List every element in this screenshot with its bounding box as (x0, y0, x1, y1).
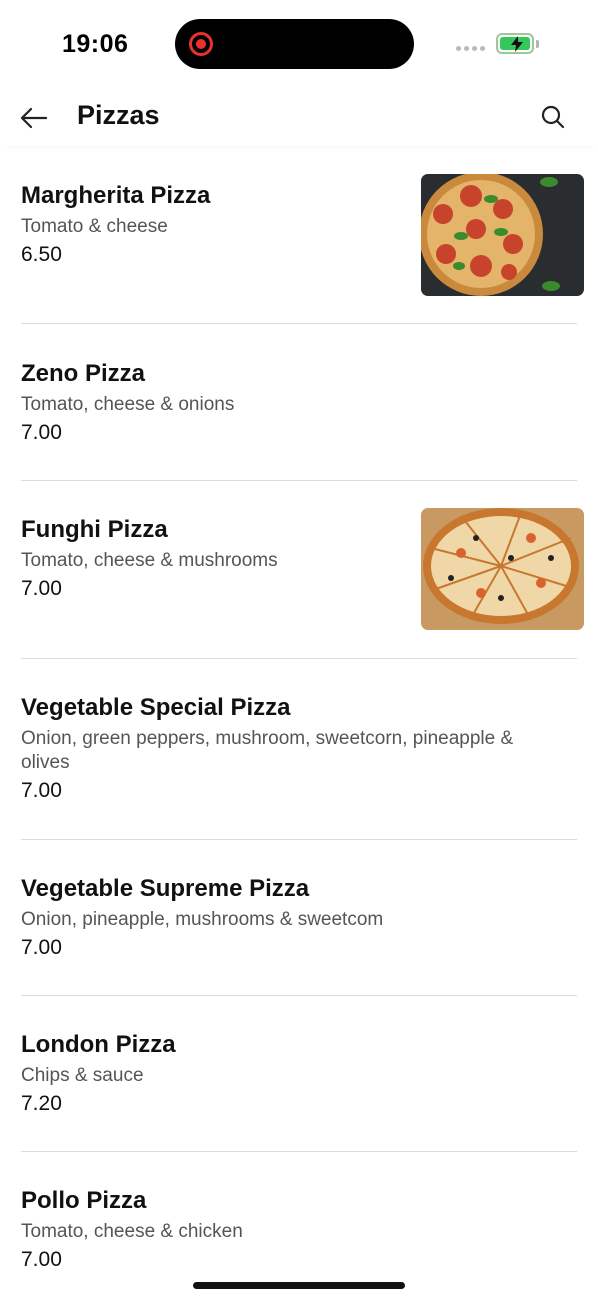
item-text: London Pizza Chips & sauce 7.20 (21, 1030, 561, 1118)
item-text: Pollo Pizza Tomato, cheese & chicken 7.0… (21, 1186, 561, 1274)
item-name: Margherita Pizza (21, 182, 211, 209)
item-price: 7.00 (21, 1248, 62, 1271)
item-text: Vegetable Supreme Pizza Onion, pineapple… (21, 874, 561, 962)
status-time: 19:06 (62, 30, 129, 58)
back-button[interactable] (18, 102, 50, 134)
list-item[interactable]: Pollo Pizza Tomato, cheese & chicken 7.0… (0, 1152, 598, 1292)
search-button[interactable] (538, 102, 568, 132)
item-name: London Pizza (21, 1031, 176, 1058)
item-name: Vegetable Supreme Pizza (21, 875, 310, 902)
item-description: Tomato, cheese & chicken (21, 1221, 243, 1242)
item-name: Funghi Pizza (21, 516, 168, 543)
list-item[interactable]: Vegetable Special Pizza Onion, green pep… (0, 659, 598, 839)
battery-cap (536, 40, 539, 48)
home-indicator[interactable] (193, 1282, 405, 1289)
item-price: 7.00 (21, 421, 62, 444)
list-item[interactable]: Zeno Pizza Tomato, cheese & onions 7.00 (0, 325, 598, 481)
item-text: Funghi Pizza Tomato, cheese & mushrooms … (21, 515, 401, 603)
item-price: 7.00 (21, 779, 62, 802)
list-item[interactable]: Margherita Pizza Tomato & cheese 6.50 (0, 150, 598, 325)
item-text: Vegetable Special Pizza Onion, green pep… (21, 693, 561, 805)
signal-icon (456, 46, 485, 51)
item-name: Vegetable Special Pizza (21, 694, 291, 721)
item-description: Chips & sauce (21, 1065, 144, 1086)
item-description: Onion, pineapple, mushrooms & sweetcom (21, 909, 384, 930)
list-item[interactable]: Vegetable Supreme Pizza Onion, pineapple… (0, 840, 598, 996)
item-price: 6.50 (21, 243, 62, 266)
item-description: Onion, green peppers, mushroom, sweetcor… (21, 728, 514, 773)
item-description: Tomato, cheese & onions (21, 394, 235, 415)
item-price: 7.20 (21, 1092, 62, 1115)
recording-indicator-icon (189, 32, 213, 56)
dynamic-island (175, 19, 414, 69)
item-description: Tomato, cheese & mushrooms (21, 550, 278, 571)
list-item[interactable]: London Pizza Chips & sauce 7.20 (0, 996, 598, 1152)
item-name: Zeno Pizza (21, 360, 146, 387)
app-header: Pizzas (0, 90, 598, 146)
item-text: Margherita Pizza Tomato & cheese 6.50 (21, 181, 401, 269)
charging-bolt-icon (511, 36, 523, 52)
item-price: 7.00 (21, 577, 62, 600)
item-name: Pollo Pizza (21, 1187, 147, 1214)
battery-icon (496, 33, 534, 54)
status-bar: 19:06 (0, 0, 598, 90)
search-icon (541, 105, 565, 129)
item-text: Zeno Pizza Tomato, cheese & onions 7.00 (21, 359, 561, 447)
page-title: Pizzas (77, 100, 160, 130)
item-description: Tomato & cheese (21, 216, 168, 237)
funghi-pizza-image (421, 508, 584, 630)
list-item[interactable]: Funghi Pizza Tomato, cheese & mushrooms … (0, 481, 598, 658)
arrow-left-icon (20, 107, 48, 129)
margherita-pizza-image (421, 174, 584, 296)
item-price: 7.00 (21, 936, 62, 959)
divider (21, 323, 577, 324)
